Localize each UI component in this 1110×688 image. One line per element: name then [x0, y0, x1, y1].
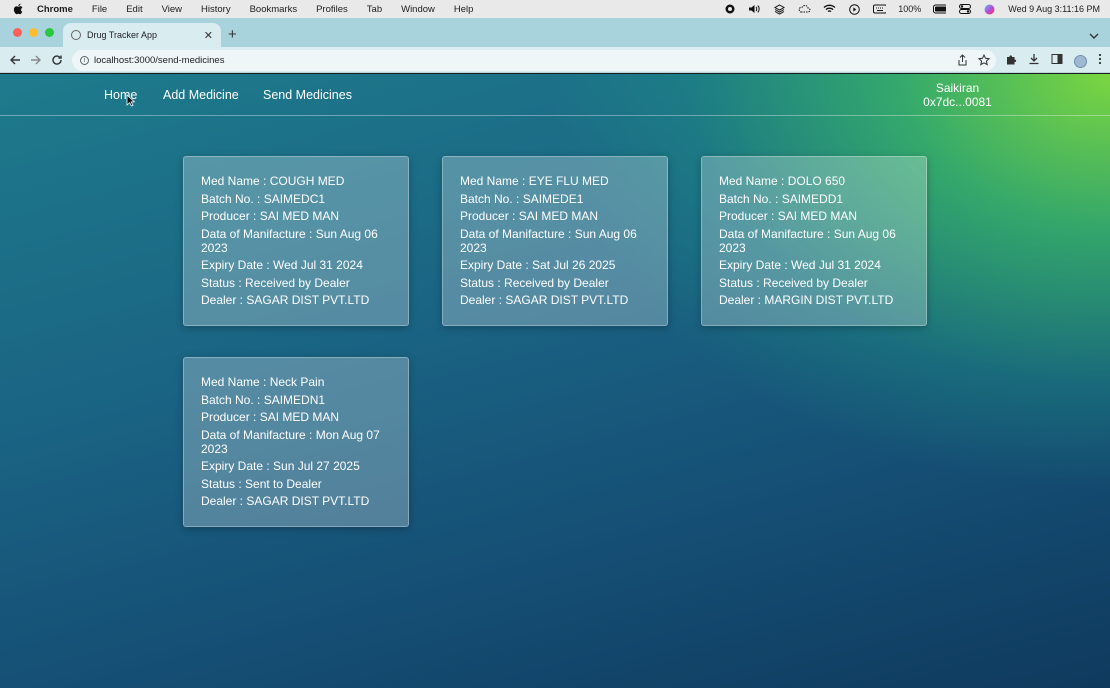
bookmark-star-icon[interactable]	[977, 53, 991, 69]
med-name: Med Name : Neck Pain	[201, 375, 325, 389]
status: Status : Received by Dealer	[201, 275, 350, 290]
wifi-icon[interactable]	[823, 4, 836, 14]
siri-icon[interactable]	[983, 4, 996, 14]
medicine-card: Med Name : Neck Pain Batch No. : SAIMEDN…	[183, 357, 409, 527]
menu-window[interactable]: Window	[401, 4, 435, 15]
tab-title: Drug Tracker App	[87, 30, 158, 40]
control-center-icon[interactable]	[958, 4, 971, 14]
menu-help[interactable]: Help	[454, 4, 474, 15]
manufacture-date: Data of Manifacture : Sun Aug 06 2023	[460, 226, 637, 255]
app-navbar: Home Add Medicine Send Medicines Saikira…	[0, 74, 1110, 116]
menu-bookmarks[interactable]: Bookmarks	[250, 4, 298, 15]
menu-app-name[interactable]: Chrome	[37, 4, 73, 15]
macos-menu-bar: Chrome File Edit View History Bookmarks …	[0, 0, 1110, 18]
side-panel-icon[interactable]	[1051, 52, 1063, 70]
menubar-clock[interactable]: Wed 9 Aug 3:11:16 PM	[1008, 4, 1100, 14]
reload-icon[interactable]	[50, 53, 64, 67]
minimize-window-button[interactable]	[29, 28, 38, 37]
menu-profiles[interactable]: Profiles	[316, 4, 348, 15]
producer: Producer : SAI MED MAN	[460, 209, 599, 223]
forward-arrow-icon[interactable]	[29, 53, 43, 67]
close-tab-icon[interactable]: ✕	[204, 29, 213, 42]
medicine-card: Med Name : EYE FLU MED Batch No. : SAIME…	[442, 156, 668, 326]
layers-icon[interactable]	[773, 3, 786, 15]
mouse-pointer-icon	[126, 94, 136, 112]
dealer: Dealer : MARGIN DIST PVT.LTD	[719, 293, 894, 307]
batch-number: Batch No. : SAIMEDD1	[719, 191, 844, 206]
manufacture-date: Data of Manifacture : Mon Aug 07 2023	[201, 427, 380, 456]
volume-icon[interactable]	[748, 4, 761, 14]
site-info-icon[interactable]: i	[80, 56, 89, 65]
medicine-card: Med Name : COUGH MED Batch No. : SAIMEDC…	[183, 156, 409, 326]
account-name: Saikiran	[935, 81, 980, 95]
med-name: Med Name : EYE FLU MED	[460, 174, 609, 188]
browser-toolbar: i localhost:3000/send-medicines	[0, 47, 1110, 73]
batch-number: Batch No. : SAIMEDC1	[201, 191, 326, 206]
menu-tab[interactable]: Tab	[367, 4, 382, 15]
close-window-button[interactable]	[13, 28, 22, 37]
dealer: Dealer : SAGAR DIST PVT.LTD	[201, 494, 370, 508]
manufacture-date: Data of Manifacture : Sun Aug 06 2023	[201, 226, 378, 255]
menu-view[interactable]: View	[162, 4, 182, 15]
producer: Producer : SAI MED MAN	[201, 209, 340, 223]
record-icon[interactable]	[723, 4, 736, 14]
status: Status : Sent to Dealer	[201, 476, 322, 491]
expiry-date: Expiry Date : Sun Jul 27 2025	[201, 459, 360, 473]
play-circle-icon[interactable]	[848, 3, 861, 15]
apple-icon[interactable]	[13, 3, 25, 15]
new-tab-button[interactable]: +	[228, 26, 237, 43]
page-content: Home Add Medicine Send Medicines Saikira…	[0, 74, 1110, 688]
url-text[interactable]: localhost:3000/send-medicines	[94, 55, 224, 66]
browser-tab[interactable]: Drug Tracker App ✕	[63, 23, 221, 47]
batch-number: Batch No. : SAIMEDN1	[201, 392, 326, 407]
producer: Producer : SAI MED MAN	[201, 410, 340, 424]
share-icon[interactable]	[957, 54, 968, 69]
dealer: Dealer : SAGAR DIST PVT.LTD	[201, 293, 370, 307]
kebab-menu-icon[interactable]	[1098, 52, 1102, 70]
cloud-icon[interactable]	[798, 4, 811, 14]
expiry-date: Expiry Date : Sat Jul 26 2025	[460, 258, 616, 272]
nav-link-send-medicines[interactable]: Send Medicines	[263, 88, 352, 102]
menu-file[interactable]: File	[92, 4, 107, 15]
extensions-puzzle-icon[interactable]	[1005, 52, 1017, 70]
medicine-card: Med Name : DOLO 650 Batch No. : SAIMEDD1…	[701, 156, 927, 326]
med-name: Med Name : COUGH MED	[201, 174, 345, 188]
browser-tab-strip: Drug Tracker App ✕ +	[0, 18, 1110, 47]
battery-icon[interactable]	[933, 4, 947, 14]
expiry-date: Expiry Date : Wed Jul 31 2024	[201, 258, 363, 272]
download-icon[interactable]	[1028, 52, 1040, 70]
status: Status : Received by Dealer	[719, 275, 868, 290]
window-controls	[13, 28, 54, 37]
expiry-date: Expiry Date : Wed Jul 31 2024	[719, 258, 881, 272]
dealer: Dealer : SAGAR DIST PVT.LTD	[460, 293, 629, 307]
batch-number: Batch No. : SAIMEDE1	[460, 191, 584, 206]
tab-search-chevron-icon[interactable]	[1089, 27, 1099, 45]
maximize-window-button[interactable]	[45, 28, 54, 37]
profile-avatar[interactable]	[1074, 54, 1087, 68]
menu-edit[interactable]: Edit	[126, 4, 142, 15]
account-info: Saikiran 0x7dc...0081	[920, 81, 995, 109]
battery-percentage: 100%	[898, 4, 922, 14]
producer: Producer : SAI MED MAN	[719, 209, 858, 223]
back-arrow-icon[interactable]	[8, 53, 22, 67]
nav-link-add-medicine[interactable]: Add Medicine	[163, 88, 239, 102]
med-name: Med Name : DOLO 650	[719, 174, 846, 188]
menu-history[interactable]: History	[201, 4, 231, 15]
address-bar[interactable]: i localhost:3000/send-medicines	[72, 50, 996, 71]
globe-icon	[71, 30, 81, 40]
keyboard-icon[interactable]	[873, 4, 887, 14]
manufacture-date: Data of Manifacture : Sun Aug 06 2023	[719, 226, 896, 255]
status: Status : Received by Dealer	[460, 275, 609, 290]
account-address: 0x7dc...0081	[923, 95, 992, 109]
